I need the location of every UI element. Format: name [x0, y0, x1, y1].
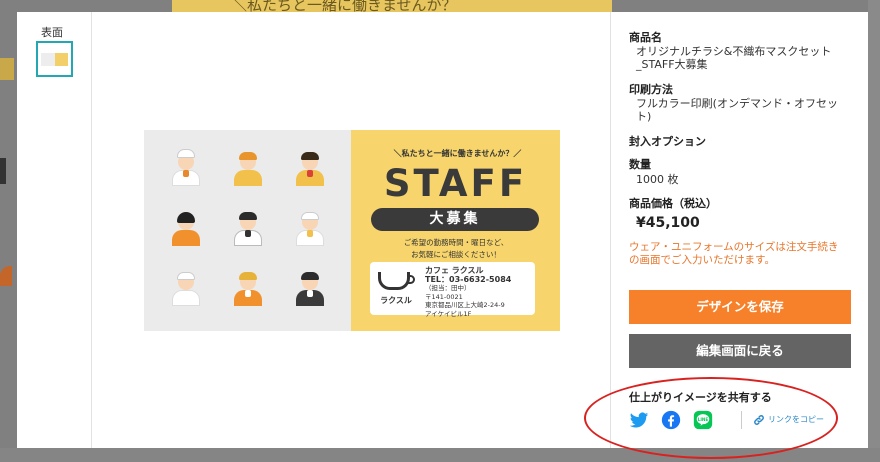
- quantity-label: 数量: [629, 158, 651, 171]
- svg-text:LINE: LINE: [698, 417, 709, 422]
- facebook-icon[interactable]: [661, 410, 681, 430]
- waitress-illustration: [231, 150, 265, 186]
- flyer-subtext: ご希望の勤務時間・曜日など、 お気軽にご相談ください！: [361, 237, 551, 261]
- flyer-subtext-line: お気軽にご相談ください！: [411, 250, 501, 259]
- enclosure-option-label: 封入オプション: [629, 135, 706, 148]
- print-method-value: フルカラー印刷(オンデマンド・オフセッ ト): [636, 97, 856, 123]
- background-decoration: [0, 58, 14, 80]
- shop-address: 東京都品川区上大崎2-24-9: [425, 301, 505, 309]
- flyer-recruit-banner: 大募集: [371, 208, 539, 231]
- flyer-text-panel: ＼私たちと一緒に働きませんか？／ STAFF 大募集 ご希望の勤務時間・曜日など…: [351, 130, 560, 331]
- chef-illustration: [169, 149, 203, 186]
- waiter-illustration: [293, 150, 327, 186]
- line-icon[interactable]: LINE: [693, 410, 713, 430]
- print-method-label: 印刷方法: [629, 83, 673, 96]
- front-side-thumbnail[interactable]: [36, 41, 73, 77]
- size-note-line: の画面でご入力いただけます。: [629, 254, 775, 266]
- size-note-line: ウェア・ユニフォームのサイズは注文手続き: [629, 241, 839, 253]
- flyer-tagline: ＼私たちと一緒に働きませんか？／: [393, 149, 522, 158]
- flyer-subtext-line: ご希望の勤務時間・曜日など、: [403, 238, 509, 247]
- staff-illustrations: [144, 130, 351, 331]
- shop-info-card: ラクスル カフェ ラクスル TEL：03-6632-5084 （担当：田中） 〒…: [370, 262, 535, 318]
- link-icon: [754, 414, 764, 425]
- product-name-line: _STAFF大募集: [636, 58, 708, 71]
- product-name-value: オリジナルチラシ&不織布マスクセット _STAFF大募集: [636, 45, 856, 71]
- sushi-chef-illustration: [169, 270, 203, 306]
- preview-modal: 表面 ＼私たちと一緒に働きませんか？／ STAFF 大募集 ご希望の勤務時間・曜…: [17, 12, 868, 448]
- background-decoration: [0, 266, 12, 286]
- save-design-button[interactable]: デザインを保存: [629, 290, 851, 324]
- product-name-label: 商品名: [629, 31, 662, 44]
- copy-link-label: リンクをコピー: [768, 415, 824, 424]
- staff-illustration: [231, 210, 265, 246]
- copy-link-button[interactable]: リンクをコピー: [753, 410, 824, 430]
- price-value: ¥45,100: [636, 215, 700, 231]
- background-decoration: [0, 158, 6, 184]
- thumbnail-image: [41, 53, 68, 66]
- product-details-panel: 商品名 オリジナルチラシ&不織布マスクセット _STAFF大募集 印刷方法 フル…: [610, 12, 868, 448]
- share-label: 仕上がりイメージを共有する: [629, 391, 772, 404]
- quantity-value: 1000 枚: [636, 173, 679, 186]
- size-input-note: ウェア・ユニフォームのサイズは注文手続き の画面でご入力いただけます。: [629, 241, 859, 267]
- share-buttons: LINE リンクをコピー: [629, 410, 849, 430]
- staff-illustration: [169, 210, 203, 246]
- print-method-line: フルカラー印刷(オンデマンド・オフセッ: [636, 97, 838, 110]
- staff-illustration: [231, 270, 265, 306]
- back-to-editor-button[interactable]: 編集画面に戻る: [629, 334, 851, 368]
- shop-info: カフェ ラクスル TEL：03-6632-5084 （担当：田中） 〒141-0…: [425, 266, 512, 318]
- background-bottom-strip: [0, 448, 880, 462]
- logo-text: ラクスル: [380, 296, 412, 305]
- flyer-title: STAFF: [383, 162, 528, 205]
- shop-zip: 〒141-0021: [425, 292, 463, 301]
- cup-logo-icon: [378, 272, 410, 290]
- thumbnail-label: 表面: [41, 26, 63, 39]
- preview-area: ＼私たちと一緒に働きませんか？／ STAFF 大募集 ご希望の勤務時間・曜日など…: [92, 12, 610, 448]
- thumbnail-column: 表面: [17, 12, 92, 448]
- background-scroll-strip: [868, 0, 880, 462]
- shop-tel: TEL：03-6632-5084: [425, 274, 512, 284]
- product-name-line: オリジナルチラシ&不織布マスクセット: [636, 45, 832, 58]
- share-divider: [741, 411, 742, 429]
- bartender-illustration: [293, 270, 327, 306]
- shop-building: アイケイビル1F: [425, 309, 472, 318]
- shop-contact: （担当：田中）: [425, 284, 471, 292]
- twitter-icon[interactable]: [629, 410, 649, 430]
- price-label: 商品価格（税込）: [629, 197, 717, 210]
- cook-illustration: [293, 210, 327, 246]
- flyer-preview: ＼私たちと一緒に働きませんか？／ STAFF 大募集 ご希望の勤務時間・曜日など…: [144, 130, 560, 331]
- cup-handle-icon: [408, 275, 415, 284]
- print-method-line: ト): [636, 110, 652, 123]
